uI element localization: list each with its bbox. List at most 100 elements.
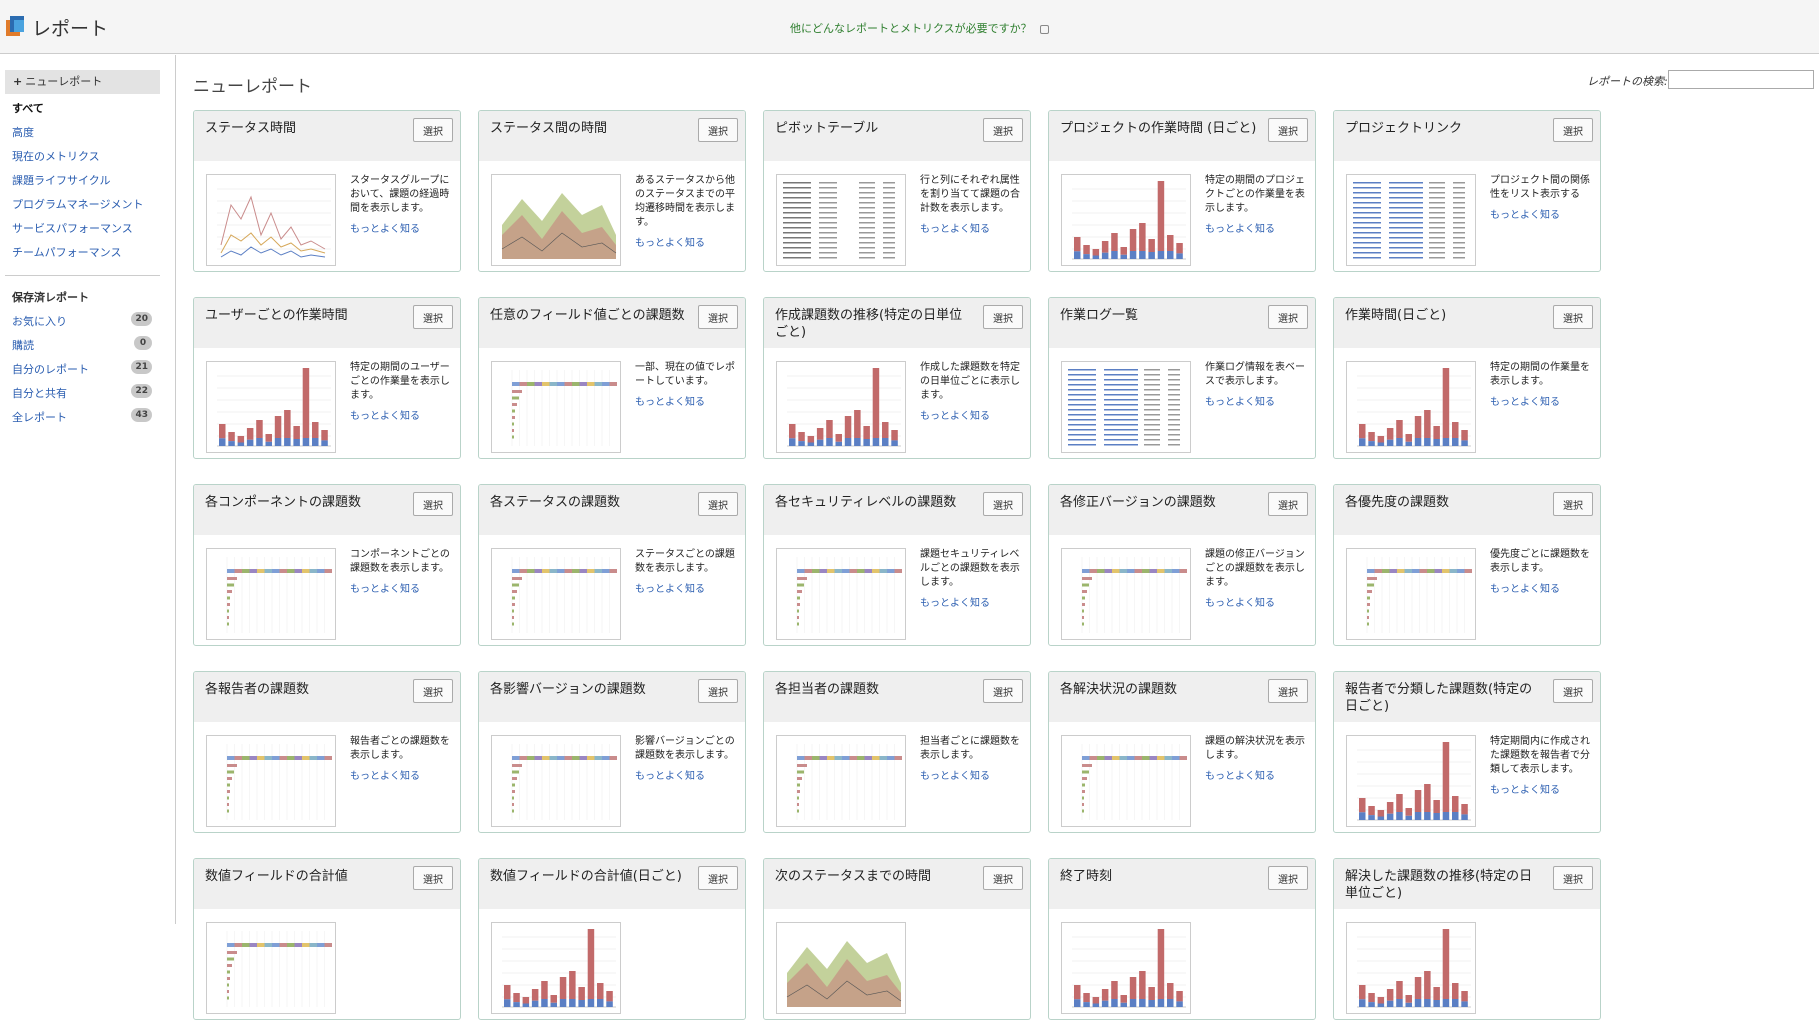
saved-item-shared[interactable]: 自分と共有 22 <box>12 384 152 401</box>
learn-more-link[interactable]: もっとよく知る <box>350 220 420 235</box>
select-button[interactable]: 選択 <box>983 866 1023 890</box>
report-thumbnail <box>1346 361 1476 453</box>
select-button[interactable]: 選択 <box>698 866 738 890</box>
card-header: 作成課題数の推移(特定の日単位ごと) 選択 <box>764 298 1030 348</box>
report-card[interactable]: 各担当者の課題数 選択 担当者ごとに課題数を表示します。 もっとよく知る <box>763 671 1031 833</box>
learn-more-link[interactable]: もっとよく知る <box>1490 393 1560 408</box>
saved-item-all-reports[interactable]: 全レポート 43 <box>12 408 152 425</box>
thumbnail-chart <box>511 744 617 820</box>
learn-more-link[interactable]: もっとよく知る <box>920 220 990 235</box>
learn-more-link[interactable]: もっとよく知る <box>1490 580 1560 595</box>
report-card[interactable]: 数値フィールドの合計値(日ごと) 選択 <box>478 858 746 1020</box>
saved-item-subscriptions[interactable]: 購読 0 <box>12 336 152 353</box>
sidebar-item-service-performance[interactable]: サービスパフォーマンス <box>12 220 133 236</box>
select-button[interactable]: 選択 <box>983 118 1023 142</box>
report-card[interactable]: 任意のフィールド値ごとの課題数 選択 一部、現在の値でレポートしています。 もっとよく… <box>478 297 746 459</box>
learn-more-link[interactable]: もっとよく知る <box>920 594 990 609</box>
report-card[interactable]: 数値フィールドの合計値 選択 <box>193 858 461 1020</box>
card-description: プロジェクト間の関係性をリスト表示する <box>1490 175 1590 200</box>
learn-more-link[interactable]: もっとよく知る <box>350 580 420 595</box>
report-card[interactable]: 各コンポーネントの課題数 選択 コンポーネントごとの課題数を表示します。 もっとよく知… <box>193 484 461 646</box>
learn-more-link[interactable]: もっとよく知る <box>1205 767 1275 782</box>
card-title: 終了時刻 <box>1060 869 1113 884</box>
report-card[interactable]: ユーザーごとの作業時間 選択 特定の期間のユーザーごとの作業量を表示します。 もっとよ… <box>193 297 461 459</box>
report-search-input[interactable] <box>1668 70 1814 89</box>
report-card[interactable]: 終了時刻 選択 <box>1048 858 1316 1020</box>
sidebar-item-issue-lifecycle[interactable]: 課題ライフサイクル <box>12 172 110 188</box>
report-thumbnail <box>1346 174 1476 266</box>
learn-more-link[interactable]: もっとよく知る <box>635 234 705 249</box>
select-button[interactable]: 選択 <box>1553 305 1593 329</box>
select-button[interactable]: 選択 <box>413 118 453 142</box>
report-card[interactable]: 各優先度の課題数 選択 優先度ごとに課題数を表示します。 もっとよく知る <box>1333 484 1601 646</box>
saved-item-my-reports[interactable]: 自分のレポート 21 <box>12 360 152 377</box>
feedback-text: 他にどんなレポートとメトリクスが必要ですか？ <box>790 22 1032 35</box>
select-button[interactable]: 選択 <box>1553 118 1593 142</box>
select-button[interactable]: 選択 <box>1268 492 1308 516</box>
learn-more-link[interactable]: もっとよく知る <box>1205 594 1275 609</box>
select-button[interactable]: 選択 <box>983 492 1023 516</box>
thumbnail-chart <box>1072 181 1186 260</box>
learn-more-link[interactable]: もっとよく知る <box>920 407 990 422</box>
report-card[interactable]: 各影響バージョンの課題数 選択 影響バージョンごとの課題数を表示します。 もっとよく知… <box>478 671 746 833</box>
saved-item-label: 全レポート <box>12 411 67 424</box>
speech-bubble-icon <box>1039 24 1049 34</box>
report-card[interactable]: ステータス間の時間 選択 あるステータスから他のステータスまでの平均遷移時間を表示し… <box>478 110 746 272</box>
report-card[interactable]: 各解決状況の課題数 選択 課題の解決状況を表示します。 もっとよく知る <box>1048 671 1316 833</box>
learn-more-link[interactable]: もっとよく知る <box>635 767 705 782</box>
learn-more-link[interactable]: もっとよく知る <box>635 393 705 408</box>
report-card[interactable]: 各ステータスの課題数 選択 ステータスごとの課題数を表示します。 もっとよく知る <box>478 484 746 646</box>
select-button[interactable]: 選択 <box>1268 679 1308 703</box>
select-button[interactable]: 選択 <box>698 679 738 703</box>
report-card[interactable]: ステータス時間 選択 スタータスグループにおいて、課題の経過時間を表示します。 もっと… <box>193 110 461 272</box>
report-card[interactable]: 各報告者の課題数 選択 報告者ごとの課題数を表示します。 もっとよく知る <box>193 671 461 833</box>
select-button[interactable]: 選択 <box>1553 492 1593 516</box>
select-button[interactable]: 選択 <box>1553 679 1593 703</box>
report-card[interactable]: 作業時間(日ごと) 選択 特定の期間の作業量を表示します。 もっとよく知る <box>1333 297 1601 459</box>
select-button[interactable]: 選択 <box>698 305 738 329</box>
learn-more-link[interactable]: もっとよく知る <box>350 767 420 782</box>
report-card[interactable]: 各修正バージョンの課題数 選択 課題の修正バージョンごとの課題数を表示します。 もっと… <box>1048 484 1316 646</box>
select-button[interactable]: 選択 <box>983 679 1023 703</box>
report-card[interactable]: 作成課題数の推移(特定の日単位ごと) 選択作成した課題数を特定の日単位ごとに表示し… <box>763 297 1031 459</box>
learn-more-link[interactable]: もっとよく知る <box>350 407 420 422</box>
saved-item-label: 自分のレポート <box>12 363 89 376</box>
report-card[interactable]: ピボットテーブル 選択 行と列にそれぞれ属性を割り当てて課題の合計数を表示します。も… <box>763 110 1031 272</box>
sidebar-item-program-management[interactable]: プログラムマネージメント <box>12 196 143 212</box>
select-button[interactable]: 選択 <box>1268 305 1308 329</box>
select-button[interactable]: 選択 <box>698 118 738 142</box>
learn-more-link[interactable]: もっとよく知る <box>635 580 705 595</box>
select-button[interactable]: 選択 <box>698 492 738 516</box>
saved-item-favorites[interactable]: お気に入り 20 <box>12 312 152 329</box>
report-card[interactable]: 解決した課題数の推移(特定の日単位ごと) 選択 <box>1333 858 1601 1020</box>
learn-more-link[interactable]: もっとよく知る <box>1490 206 1560 221</box>
report-card[interactable]: 作業ログ一覧 選択 作業ログ情報を表ベースで表示します。 もっとよく知る <box>1048 297 1316 459</box>
select-button[interactable]: 選択 <box>983 305 1023 329</box>
select-button[interactable]: 選択 <box>1553 866 1593 890</box>
report-card[interactable]: 報告者で分類した課題数(特定の日ごと) 選択 特定期間内に作成された課題数を報告者で… <box>1333 671 1601 833</box>
learn-more-link[interactable]: もっとよく知る <box>1205 220 1275 235</box>
feedback-link[interactable]: 他にどんなレポートとメトリクスが必要ですか？ <box>790 20 1049 36</box>
card-header: 解決した課題数の推移(特定の日単位ごと) 選択 <box>1334 859 1600 909</box>
learn-more-link[interactable]: もっとよく知る <box>920 767 990 782</box>
sidebar-item-team-performance[interactable]: チームパフォーマンス <box>12 244 121 260</box>
select-button[interactable]: 選択 <box>1268 118 1308 142</box>
thumbnail-chart <box>217 368 331 447</box>
learn-more-link[interactable]: もっとよく知る <box>1490 781 1560 796</box>
sidebar-item-current-metrics[interactable]: 現在のメトリクス <box>12 148 100 164</box>
sidebar-item-advanced[interactable]: 高度 <box>12 124 34 140</box>
learn-more-link[interactable]: もっとよく知る <box>1205 393 1275 408</box>
select-button[interactable]: 選択 <box>413 679 453 703</box>
report-card[interactable]: プロジェクトの作業時間 (日ごと) 選択 特定の期間のプロジェクトごとの作業量を表示… <box>1048 110 1316 272</box>
sidebar-new-report[interactable]: + ニューレポート <box>5 70 160 94</box>
sidebar-item-all[interactable]: すべて <box>12 100 44 116</box>
card-description: 作成した課題数を特定の日単位ごとに表示します。 <box>920 362 1020 401</box>
report-card[interactable]: 各セキュリティレベルの課題数 選択 課題セキュリティレベルごとの課題数を表示します。… <box>763 484 1031 646</box>
select-button[interactable]: 選択 <box>413 305 453 329</box>
select-button[interactable]: 選択 <box>413 866 453 890</box>
thumbnail-chart <box>502 929 616 1008</box>
report-card[interactable]: 次のステータスまでの時間 選択 <box>763 858 1031 1020</box>
select-button[interactable]: 選択 <box>1268 866 1308 890</box>
select-button[interactable]: 選択 <box>413 492 453 516</box>
report-card[interactable]: プロジェクトリンク 選択 プロジェクト間の関係性をリスト表示する もっとよく知る <box>1333 110 1601 272</box>
